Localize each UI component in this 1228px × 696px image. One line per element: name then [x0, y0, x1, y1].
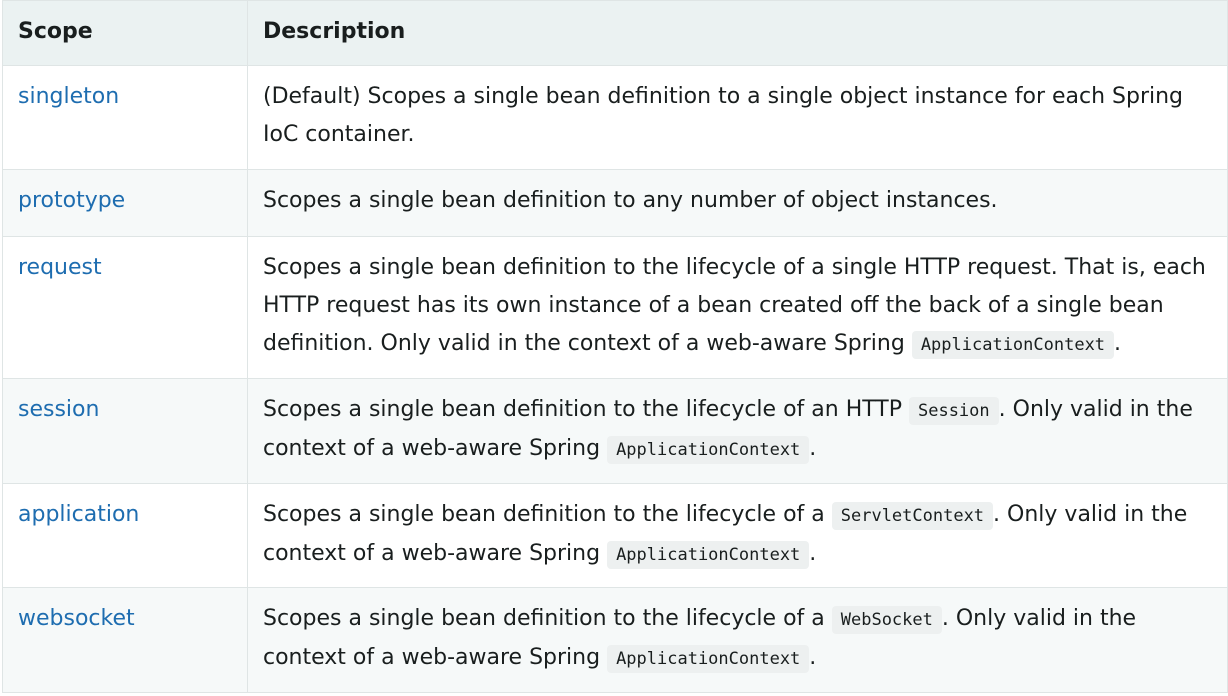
- scope-cell: application: [2, 483, 248, 588]
- description-text: .: [809, 541, 817, 566]
- table-row: singleton (Default) Scopes a single bean…: [2, 65, 1228, 170]
- description-text: (Default) Scopes a single bean definitio…: [263, 84, 1184, 147]
- description-cell: Scopes a single bean definition to the l…: [247, 236, 1228, 379]
- table-header-row: Scope Description: [2, 0, 1228, 66]
- scope-link-prototype[interactable]: prototype: [18, 188, 125, 213]
- scope-cell: session: [2, 378, 248, 484]
- description-text: Scopes a single bean definition to the l…: [263, 397, 909, 422]
- table-row: websocket Scopes a single bean definitio…: [2, 587, 1228, 693]
- scope-link-application[interactable]: application: [18, 502, 139, 527]
- description-text: .: [809, 436, 817, 461]
- scope-cell: singleton: [2, 65, 248, 170]
- header-description: Description: [247, 0, 1228, 66]
- bean-scopes-table: Scope Description singleton (Default) Sc…: [2, 0, 1228, 693]
- scope-link-session[interactable]: session: [18, 397, 99, 422]
- description-text: .: [1114, 331, 1122, 356]
- description-text: Scopes a single bean definition to the l…: [263, 606, 832, 631]
- code-session: Session: [908, 397, 999, 425]
- scope-cell: request: [2, 236, 248, 379]
- table-row: application Scopes a single bean definit…: [2, 483, 1228, 588]
- code-application-context: ApplicationContext: [607, 436, 810, 464]
- description-text: Scopes a single bean definition to any n…: [263, 188, 998, 213]
- code-servlet-context: ServletContext: [831, 502, 994, 530]
- code-websocket: WebSocket: [831, 606, 942, 634]
- scope-link-request[interactable]: request: [18, 255, 102, 280]
- description-text: Scopes a single bean definition to the l…: [263, 502, 832, 527]
- header-scope: Scope: [2, 0, 248, 66]
- code-application-context: ApplicationContext: [607, 541, 810, 569]
- code-application-context: ApplicationContext: [911, 331, 1115, 359]
- scope-cell: websocket: [2, 587, 248, 693]
- table-row: session Scopes a single bean definition …: [2, 378, 1228, 484]
- description-cell: Scopes a single bean definition to the l…: [247, 378, 1228, 484]
- description-cell: (Default) Scopes a single bean definitio…: [247, 65, 1228, 170]
- scope-link-websocket[interactable]: websocket: [18, 606, 135, 631]
- scope-link-singleton[interactable]: singleton: [18, 84, 119, 109]
- table-row: request Scopes a single bean definition …: [2, 236, 1228, 379]
- description-text: .: [809, 645, 817, 670]
- table-row: prototype Scopes a single bean definitio…: [2, 169, 1228, 237]
- scope-cell: prototype: [2, 169, 248, 237]
- description-cell: Scopes a single bean definition to any n…: [247, 169, 1228, 237]
- description-cell: Scopes a single bean definition to the l…: [247, 483, 1228, 588]
- description-cell: Scopes a single bean definition to the l…: [247, 587, 1228, 693]
- code-application-context: ApplicationContext: [607, 645, 810, 673]
